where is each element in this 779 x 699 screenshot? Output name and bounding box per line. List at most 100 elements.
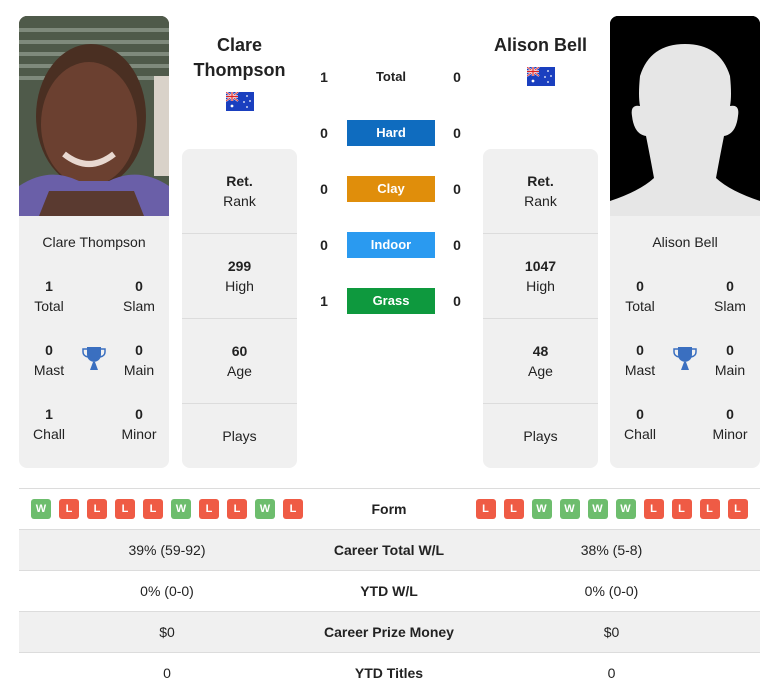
player1-career-prize-money: $0 xyxy=(159,624,175,640)
form-loss-badge[interactable]: L xyxy=(671,499,692,519)
default-avatar-silhouette-icon xyxy=(610,16,760,216)
player1-high: 299 High xyxy=(182,234,297,319)
form-label: Form xyxy=(371,501,407,517)
player2-ytd-titles: 0 xyxy=(607,665,616,681)
player1-slam-titles: 0 Slam xyxy=(123,278,155,314)
player2-total-titles: 0 Total xyxy=(625,278,655,314)
player2-card-name: Alison Bell xyxy=(652,234,718,250)
player2-career-prize-money: $0 xyxy=(603,624,620,640)
player1-name-line2: Thompson xyxy=(193,60,286,80)
player2-age: 48 Age xyxy=(483,319,598,404)
form-win-badge[interactable]: W xyxy=(615,499,636,519)
player1-main-titles: 0 Main xyxy=(123,342,155,378)
player1-plays: Plays xyxy=(222,428,257,444)
player2-slam-titles: 0 Slam xyxy=(714,278,746,314)
surface-clay-button[interactable]: Clay xyxy=(347,176,435,202)
player2-photo xyxy=(610,16,760,216)
h2h-hard-p2: 0 xyxy=(453,125,461,141)
player1-name-link[interactable]: Clare Thompson xyxy=(182,33,297,83)
player1-form-list: WLLLLWLLWL xyxy=(19,489,315,529)
player2-career-total-wl: 38% (5-8) xyxy=(580,542,643,558)
h2h-total-label: Total xyxy=(375,69,407,84)
player1-chall-titles: 1 Chall xyxy=(33,406,65,442)
trophy-icon xyxy=(82,347,106,370)
player2-mast-titles: 0 Mast xyxy=(624,342,656,378)
player1-career-total-wl: 39% (59-92) xyxy=(128,542,206,558)
player1-total-titles: 1 Total xyxy=(34,278,64,314)
form-loss-badge[interactable]: L xyxy=(143,499,163,519)
h2h-hard-row: 0 Hard 0 xyxy=(310,120,470,146)
form-win-badge[interactable]: W xyxy=(531,499,552,519)
player1-photo xyxy=(19,16,169,216)
australia-flag-icon xyxy=(226,92,254,111)
form-loss-badge[interactable]: L xyxy=(199,499,219,519)
comparison-table: WLLLLWLLWL Form LLWWWWLLLL 39% (59-92) C… xyxy=(19,488,760,693)
form-loss-badge[interactable]: L xyxy=(59,499,79,519)
player1-rank: Ret. Rank xyxy=(182,149,297,234)
ytd-titles-row: 0 YTD Titles 0 xyxy=(19,652,760,693)
form-loss-badge[interactable]: L xyxy=(283,499,303,519)
player2-form-list: LLWWWWLLLL xyxy=(463,489,760,529)
form-win-badge[interactable]: W xyxy=(31,499,51,519)
ytd-titles-label: YTD Titles xyxy=(354,665,424,681)
player1-ytd-titles: 0 xyxy=(163,665,171,681)
h2h-clay-p1: 0 xyxy=(320,181,328,197)
form-win-badge[interactable]: W xyxy=(171,499,191,519)
player1-age: 60 Age xyxy=(182,319,297,404)
h2h-total-p2: 0 xyxy=(453,69,461,85)
player2-name-link[interactable]: Alison Bell xyxy=(483,33,598,58)
player2-main-titles: 0 Main xyxy=(714,342,746,378)
trophy-icon xyxy=(673,347,697,370)
career-total-wl-label: Career Total W/L xyxy=(333,542,445,558)
form-row: WLLLLWLLWL Form LLWWWWLLLL xyxy=(19,488,760,529)
player1-info-panel: Ret. Rank 299 High 60 Age Plays xyxy=(182,149,297,468)
player2-rank: Ret. Rank xyxy=(483,149,598,234)
h2h-indoor-row: 0 Indoor 0 xyxy=(310,232,470,258)
h2h-hard-p1: 0 xyxy=(320,125,328,141)
player2-ytd-wl: 0% (0-0) xyxy=(584,583,639,599)
h2h-total-p1: 1 xyxy=(320,69,328,85)
h2h-total-row: 1 Total 0 xyxy=(310,64,470,90)
form-loss-badge[interactable]: L xyxy=(643,499,664,519)
surface-hard-button[interactable]: Hard xyxy=(347,120,435,146)
player1-mast-titles: 0 Mast xyxy=(33,342,65,378)
form-loss-badge[interactable]: L xyxy=(727,499,748,519)
player2-minor-titles: 0 Minor xyxy=(712,406,748,442)
h2h-grass-p1: 1 xyxy=(320,293,328,309)
h2h-indoor-p2: 0 xyxy=(453,237,461,253)
player2-info-panel: Ret. Rank 1047 High 48 Age Plays xyxy=(483,149,598,468)
h2h-indoor-p1: 0 xyxy=(320,237,328,253)
player1-name-line1: Clare xyxy=(216,35,263,55)
player1-minor-titles: 0 Minor xyxy=(121,406,157,442)
career-total-wl-row: 39% (59-92) Career Total W/L 38% (5-8) xyxy=(19,529,760,570)
form-loss-badge[interactable]: L xyxy=(699,499,720,519)
player2-name: Alison Bell xyxy=(493,35,587,55)
form-loss-badge[interactable]: L xyxy=(87,499,107,519)
surface-indoor-button[interactable]: Indoor xyxy=(347,232,435,258)
australia-flag-icon xyxy=(527,67,555,86)
player1-ytd-wl: 0% (0-0) xyxy=(140,583,194,599)
form-loss-badge[interactable]: L xyxy=(475,499,496,519)
h2h-grass-p2: 0 xyxy=(453,293,461,309)
career-prize-money-label: Career Prize Money xyxy=(324,624,454,640)
form-loss-badge[interactable]: L xyxy=(115,499,135,519)
player1-card-name: Clare Thompson xyxy=(42,234,146,250)
h2h-clay-row: 0 Clay 0 xyxy=(310,176,470,202)
h2h-grass-row: 1 Grass 0 xyxy=(310,288,470,314)
form-win-badge[interactable]: W xyxy=(255,499,275,519)
player1-titles-card: Clare Thompson 1 Total 0 Slam 0 Mast 0 M… xyxy=(19,216,169,468)
player2-titles-card: Alison Bell 0 Total 0 Slam 0 Mast 0 Main… xyxy=(610,216,760,468)
form-win-badge[interactable]: W xyxy=(587,499,608,519)
form-loss-badge[interactable]: L xyxy=(227,499,247,519)
h2h-clay-p2: 0 xyxy=(453,181,461,197)
career-prize-money-row: $0 Career Prize Money $0 xyxy=(19,611,760,652)
surface-grass-button[interactable]: Grass xyxy=(347,288,435,314)
form-loss-badge[interactable]: L xyxy=(503,499,524,519)
player2-plays: Plays xyxy=(523,428,558,444)
player2-chall-titles: 0 Chall xyxy=(624,406,656,442)
player2-high: 1047 High xyxy=(483,234,598,319)
ytd-wl-label: YTD W/L xyxy=(360,583,418,599)
form-win-badge[interactable]: W xyxy=(559,499,580,519)
ytd-wl-row: 0% (0-0) YTD W/L 0% (0-0) xyxy=(19,570,760,611)
player1-portrait-image xyxy=(19,16,169,216)
